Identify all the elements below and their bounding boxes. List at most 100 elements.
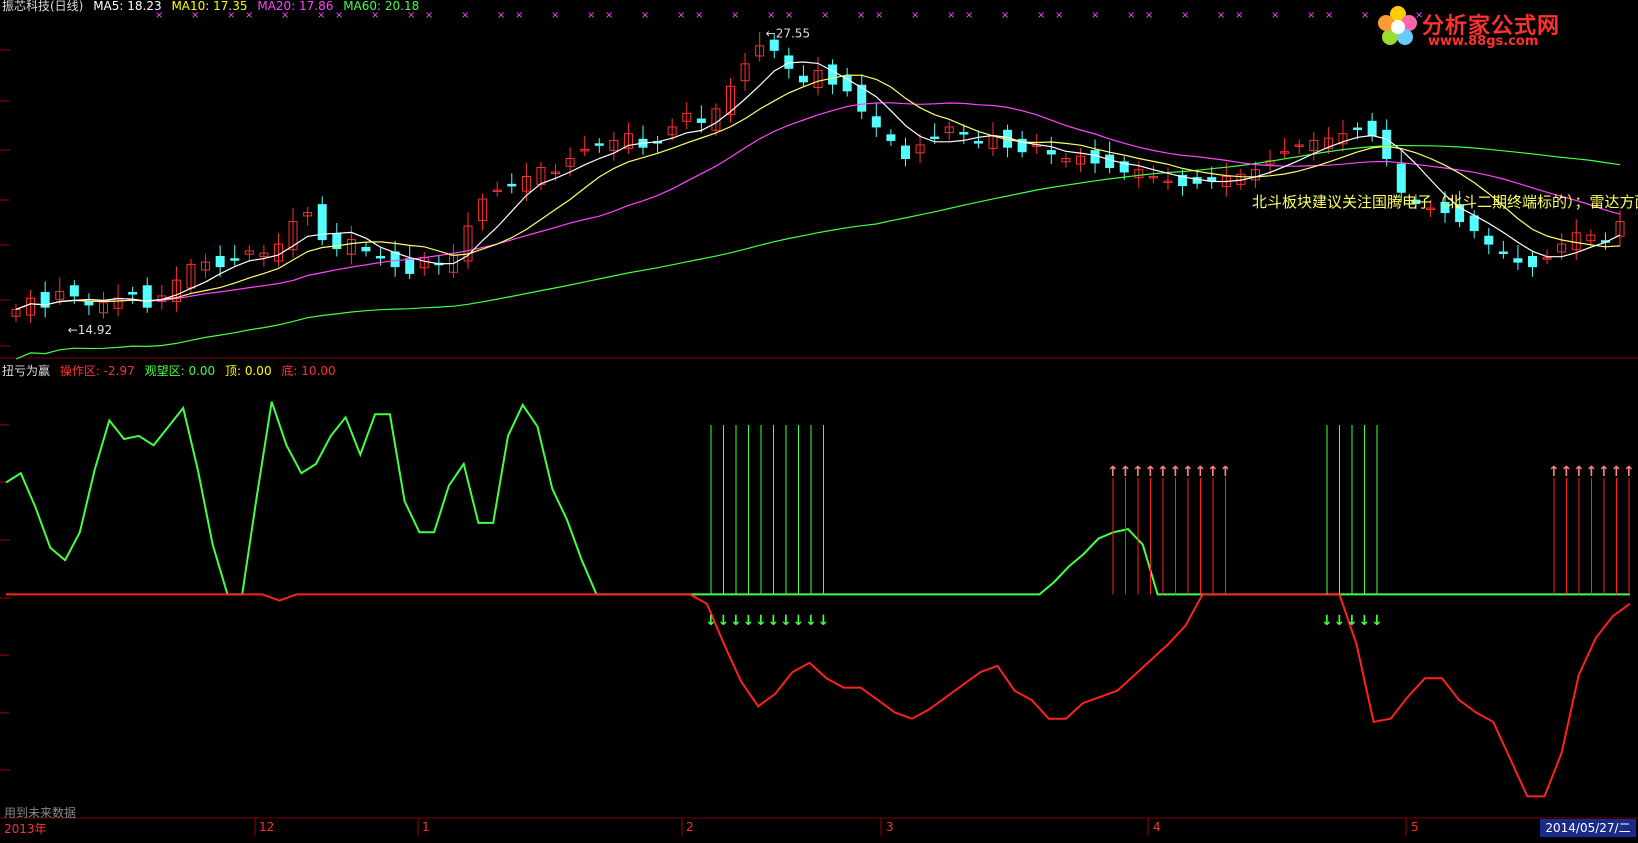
main-legend-title: 振芯科技(日线): [2, 0, 84, 13]
signal-x-marker: ×: [785, 10, 793, 21]
ma60-label: MA60: 20.18: [343, 0, 420, 13]
watch-zone-line: [5, 401, 1630, 596]
candle-down: [900, 145, 910, 159]
signal-x-marker: ×: [1145, 10, 1153, 21]
up-arrow-icon: ↑: [1107, 464, 1119, 480]
up-arrow-icon: ↑: [1220, 464, 1232, 480]
candle-down: [959, 132, 969, 135]
signal-x-marker: ×: [1091, 10, 1099, 21]
low-price-marker: ←14.92: [68, 323, 112, 337]
candle-down: [1382, 129, 1392, 159]
up-arrow-icon: ↑: [1182, 464, 1194, 480]
watch-zone-label: 观望区: 0.00: [144, 364, 216, 378]
up-arrow-icon: ↑: [1132, 464, 1144, 480]
down-arrow-icon: ↓: [705, 613, 717, 629]
signal-x-marker: ×: [515, 10, 523, 21]
down-arrow-icon: ↓: [730, 613, 742, 629]
candle-down: [69, 285, 79, 297]
signal-x-marker: ×: [677, 10, 685, 21]
top-label: 顶: 0.00: [225, 364, 272, 378]
candle-down: [1046, 150, 1056, 155]
signal-x-marker: ×: [1037, 10, 1045, 21]
down-arrow-icon: ↓: [1334, 613, 1346, 629]
candle-down: [594, 143, 604, 146]
up-arrow-icon: ↑: [1598, 464, 1610, 480]
signal-x-marker: ×: [1361, 10, 1369, 21]
up-arrow-icon: ↑: [1561, 464, 1573, 480]
up-arrow-icon: ↑: [1548, 464, 1560, 480]
down-arrow-icon: ↓: [1371, 613, 1383, 629]
axis-label-jan: 1: [422, 820, 430, 834]
signal-x-marker: ×: [731, 10, 739, 21]
up-arrow-icon: ↑: [1170, 464, 1182, 480]
candle-down: [769, 39, 779, 51]
signal-x-marker: ×: [605, 10, 613, 21]
indicator-legend: 扭亏为赢 操作区: -2.97 观望区: 0.00 顶: 0.00 底: 10.…: [2, 362, 342, 379]
signal-x-marker: ×: [587, 10, 595, 21]
up-arrow-icon: ↑: [1157, 464, 1169, 480]
candle-down: [1513, 258, 1523, 263]
candle-down: [930, 136, 940, 140]
signal-x-marker: ×: [857, 10, 865, 21]
signal-x-marker: ×: [497, 10, 505, 21]
signal-x-marker: ×: [965, 10, 973, 21]
up-arrow-icon: ↑: [1207, 464, 1219, 480]
down-arrow-icon: ↓: [743, 613, 755, 629]
down-arrow-icon: ↓: [818, 613, 830, 629]
signal-x-marker: ×: [911, 10, 919, 21]
up-arrow-icon: ↑: [1623, 464, 1635, 480]
candle-down: [361, 246, 371, 252]
candle-down: [1484, 235, 1494, 245]
candle-down: [886, 134, 896, 141]
stock-chart-window[interactable]: ←27.55 ←14.92 × × × × × × × × × × × × × × × × × × × × × × × × × × × ×…: [0, 0, 1638, 839]
axis-label-mar: 3: [886, 820, 894, 834]
signal-x-marker: ×: [1127, 10, 1135, 21]
down-arrow-icon: ↓: [718, 613, 730, 629]
cursor-date-badge: 2014/05/27/二: [1540, 819, 1636, 837]
high-price-marker: ←27.55: [766, 26, 810, 40]
signal-x-marker: ×: [1235, 10, 1243, 21]
flower-logo-icon: [1378, 6, 1417, 45]
down-arrow-icon: ↓: [793, 613, 805, 629]
candle-down: [507, 183, 517, 187]
candle-down: [84, 301, 94, 306]
signal-x-marker: ×: [461, 10, 469, 21]
candle-down: [696, 118, 706, 123]
signal-x-marker: ×: [1271, 10, 1279, 21]
axis-label-feb: 2: [686, 820, 694, 834]
signal-x-marker: ×: [695, 10, 703, 21]
signal-x-marker: ×: [1055, 10, 1063, 21]
candle-down: [128, 292, 138, 295]
signal-x-marker: ×: [1217, 10, 1225, 21]
signal-x-marker: ×: [641, 10, 649, 21]
ma20-label: MA20: 17.86: [257, 0, 334, 13]
candle-down: [230, 258, 240, 261]
down-arrow-icon: ↓: [1359, 613, 1371, 629]
signal-x-marker: ×: [767, 10, 775, 21]
candle-down: [798, 75, 808, 83]
candle-down: [1498, 251, 1508, 254]
candle-down: [405, 258, 415, 274]
axis-label-may: 5: [1411, 820, 1419, 834]
signal-x-marker: ×: [1307, 10, 1315, 21]
candle-down: [1469, 215, 1479, 232]
signal-x-marker: ×: [551, 10, 559, 21]
main-legend: 振芯科技(日线) MA5: 18.23 MA10: 17.35 MA20: 17…: [2, 0, 425, 14]
indicator-title: 扭亏为赢: [2, 364, 51, 378]
down-arrow-icon: ↓: [780, 613, 792, 629]
up-arrow-icon: ↑: [1195, 464, 1207, 480]
up-arrow-icon: ↑: [1573, 464, 1585, 480]
ma5-line: [15, 61, 1621, 310]
down-arrow-icon: ↓: [805, 613, 817, 629]
up-arrow-icon: ↑: [1145, 464, 1157, 480]
ma5-label: MA5: 18.23: [93, 0, 162, 13]
candle-down: [1367, 120, 1377, 137]
candle-down: [215, 255, 225, 268]
bottom-label: 底: 10.00: [281, 364, 336, 378]
signal-x-marker: ×: [821, 10, 829, 21]
candle-down: [142, 285, 152, 308]
chart-canvas[interactable]: ←27.55 ←14.92 × × × × × × × × × × × × × × × × × × × × × × × × × × × ×…: [0, 0, 1638, 839]
candle-down: [1528, 255, 1538, 268]
annotation-text: 北斗板块建议关注国腾电子（北斗二期终端标的）；雷达方面，: [1252, 193, 1638, 211]
operate-zone-label: 操作区: -2.97: [59, 364, 135, 378]
